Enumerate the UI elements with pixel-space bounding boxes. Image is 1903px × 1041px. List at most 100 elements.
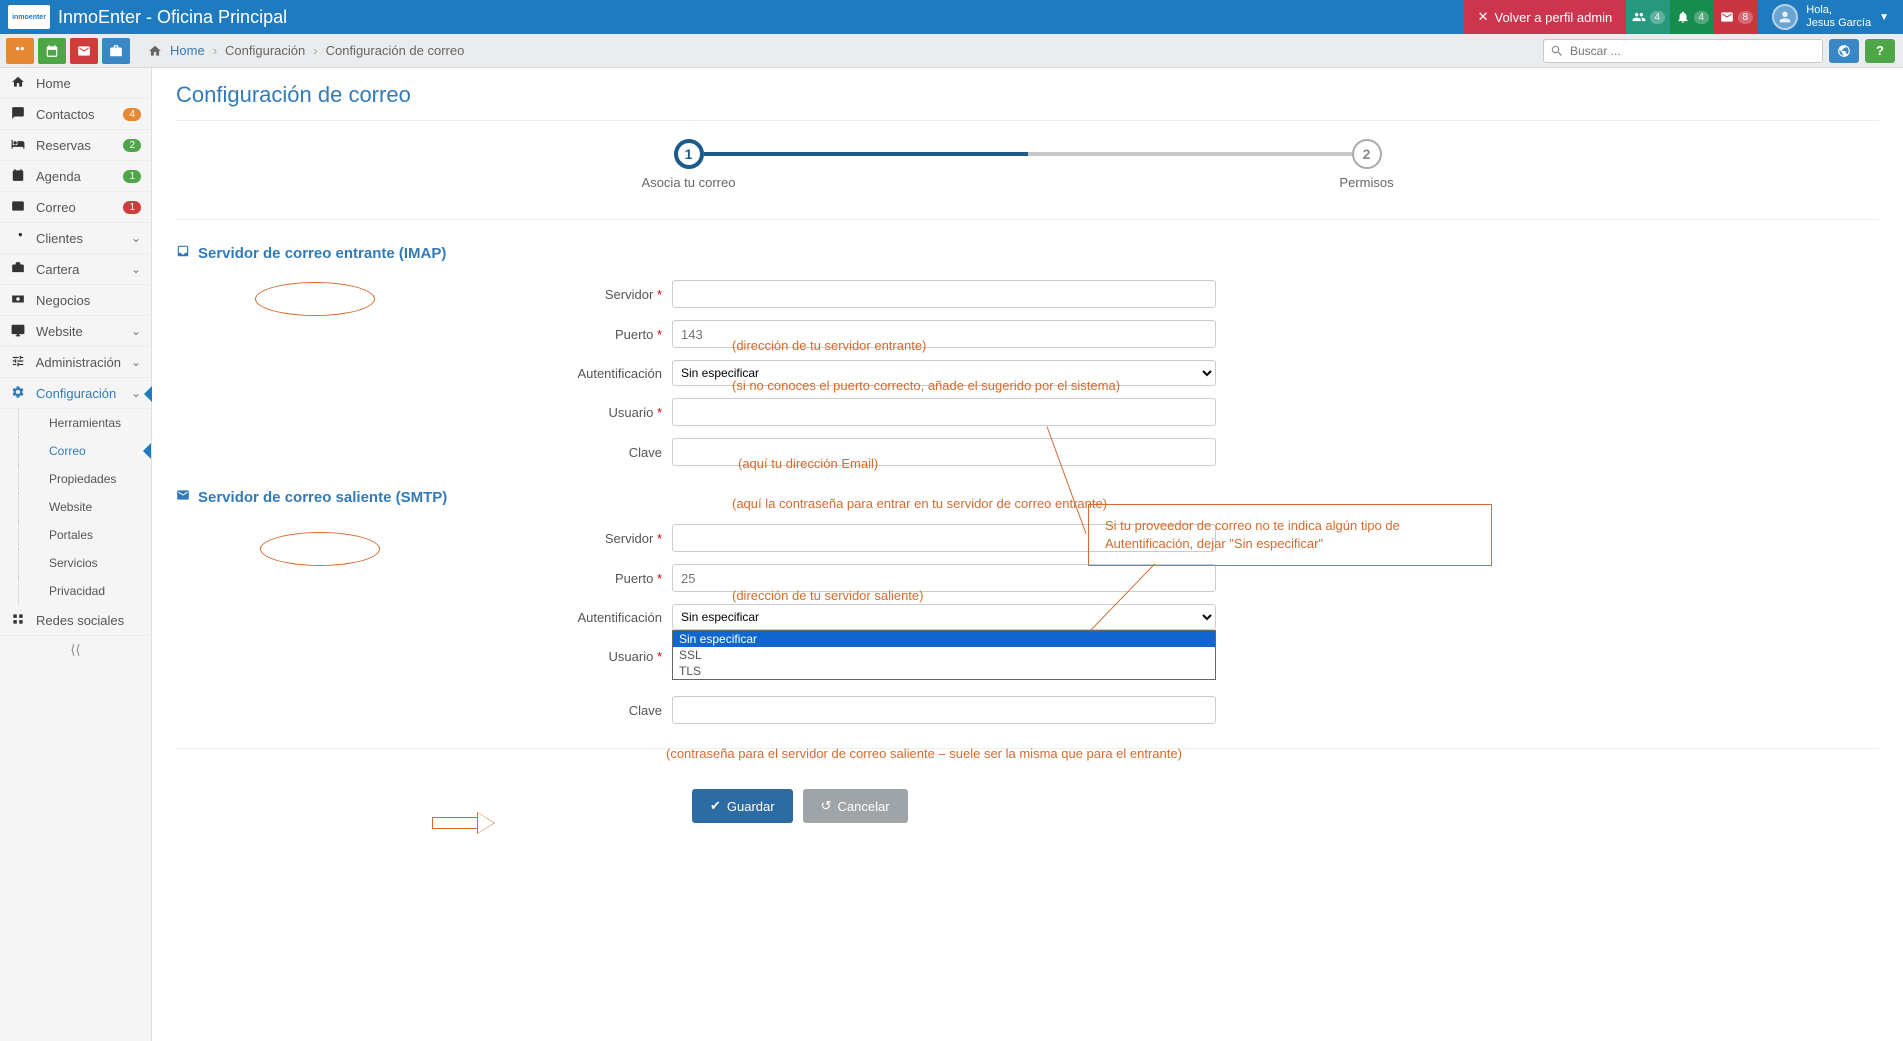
check-icon: ✔ [710,798,721,814]
gear-icon [10,385,26,402]
section-heading-text: Servidor de correo saliente (SMTP) [198,489,447,506]
sidebar-item-contactos[interactable]: Contactos4 [0,99,151,130]
briefcase-icon [109,44,123,58]
step-1[interactable]: 1 Asocia tu correo [674,139,704,169]
label-puerto-out: Puerto * [176,571,672,586]
label-usuario-in: Usuario * [176,405,672,420]
imap-auth-select[interactable]: Sin especificar [672,360,1216,386]
sidebar-badge: 1 [123,170,141,183]
sidebar-sub-label: Servicios [49,556,98,570]
smtp-auth-dropdown: Sin especificar SSL TLS [672,630,1216,680]
avatar [1772,4,1798,30]
header-users-button[interactable]: 4 [1626,0,1670,34]
toolbar: Home › Configuración › Configuración de … [0,34,1903,68]
sidebar-badge: 2 [123,139,141,152]
question-icon: ? [1876,43,1884,58]
toolbar-calendar-button[interactable] [38,38,66,64]
user-menu[interactable]: Hola, Jesus García ▼ [1758,0,1903,34]
sidebar-sub-privacidad[interactable]: Privacidad [18,577,151,605]
search-icon [1550,44,1564,61]
sidebar-collapse-button[interactable]: ⟨⟨ [0,636,151,664]
breadcrumb: Home › Configuración › Configuración de … [148,43,464,58]
sidebar-item-redes[interactable]: Redes sociales [0,605,151,636]
section-imap-title: Servidor de correo entrante (IMAP) [176,244,1879,262]
sidebar-item-configuracion[interactable]: Configuración ⌄ [0,378,151,409]
sidebar-sub-correo[interactable]: Correo [18,437,151,465]
sidebar-sub-servicios[interactable]: Servicios [18,549,151,577]
back-to-admin-button[interactable]: ✕ Volver a perfil admin [1464,0,1627,34]
home-icon [148,44,162,58]
sidebar-item-label: Administración [36,355,121,370]
sidebar-item-label: Configuración [36,386,116,401]
step-number: 1 [674,139,704,169]
smtp-puerto-input[interactable] [672,564,1216,592]
cancel-button[interactable]: ↺ Cancelar [803,789,908,823]
smtp-auth-select[interactable]: Sin especificar [672,604,1216,630]
imap-puerto-input[interactable] [672,320,1216,348]
sidebar-item-administracion[interactable]: Administración⌄ [0,347,151,378]
help-button[interactable]: ? [1865,39,1895,63]
sidebar-item-label: Cartera [36,262,79,277]
envelope-icon [176,488,190,506]
globe-icon [1837,44,1851,58]
label-usuario-out: Usuario * [176,649,672,664]
auth-option-tls[interactable]: TLS [673,663,1215,679]
sidebar-sub-herramientas[interactable]: Herramientas [18,409,151,437]
app-header: inmoenter InmoEnter - Oficina Principal … [0,0,1903,34]
sidebar-item-reservas[interactable]: Reservas2 [0,130,151,161]
label-auth-out: Autentificación [176,610,672,625]
toolbar-mail-button[interactable] [70,38,98,64]
imap-servidor-input[interactable] [672,280,1216,308]
globe-button[interactable] [1829,39,1859,63]
sidebar-item-label: Correo [36,200,76,215]
sidebar-sub-label: Propiedades [49,472,116,486]
sidebar-item-clientes[interactable]: Clientes⌄ [0,223,151,254]
step-2[interactable]: 2 Permisos [1352,139,1382,169]
sidebar-badge: 4 [123,108,141,121]
header-mail-button[interactable]: 8 [1714,0,1758,34]
chevron-right-icon: › [213,43,217,58]
sidebar-sub-propiedades[interactable]: Propiedades [18,465,151,493]
users-icon [10,230,26,247]
annotation-callout: Si tu proveedor de correo no te indica a… [1088,504,1492,566]
chevron-down-icon: ⌄ [131,386,141,400]
toolbar-briefcase-button[interactable] [102,38,130,64]
breadcrumb-home[interactable]: Home [170,43,205,58]
step-number: 2 [1352,139,1382,169]
toolbar-contacts-button[interactable] [6,38,34,64]
users-badge: 4 [1650,11,1666,24]
sidebar-item-label: Website [36,324,83,339]
comment-icon [10,106,26,123]
callout-text: Si tu proveedor de correo no te indica a… [1105,518,1400,551]
chevron-left-icon: ⟨⟨ [70,642,80,657]
section-smtp-title: Servidor de correo saliente (SMTP) [176,488,1879,506]
sidebar-sub-label: Privacidad [49,584,105,598]
header-notifications-button[interactable]: 4 [1670,0,1714,34]
search-input[interactable] [1543,39,1823,63]
sidebar-item-home[interactable]: Home [0,68,151,99]
sidebar-sub-website[interactable]: Website [18,493,151,521]
auth-option-ssl[interactable]: SSL [673,647,1215,663]
auth-option-sin[interactable]: Sin especificar [673,631,1215,647]
sidebar-item-negocios[interactable]: Negocios [0,285,151,316]
sidebar-item-cartera[interactable]: Cartera⌄ [0,254,151,285]
sidebar-item-agenda[interactable]: Agenda1 [0,161,151,192]
search-box [1543,39,1823,63]
smtp-clave-input[interactable] [672,696,1216,724]
chevron-right-icon: › [313,43,317,58]
imap-usuario-input[interactable] [672,398,1216,426]
save-button[interactable]: ✔ Guardar [692,789,793,823]
envelope-icon [77,44,91,58]
chevron-down-icon: ⌄ [131,324,141,338]
sidebar-item-website[interactable]: Website ⌄ [0,316,151,347]
sidebar-item-correo[interactable]: Correo 1 [0,192,151,223]
sidebar-sub-label: Correo [49,444,86,458]
users-icon [1632,10,1646,24]
step-label: Permisos [1339,175,1393,190]
mail-badge: 8 [1738,11,1754,24]
sidebar-badge: 1 [123,201,141,214]
bell-icon [1676,10,1690,24]
sidebar-sub-portales[interactable]: Portales [18,521,151,549]
imap-clave-input[interactable] [672,438,1216,466]
sidebar-sub-label: Portales [49,528,93,542]
